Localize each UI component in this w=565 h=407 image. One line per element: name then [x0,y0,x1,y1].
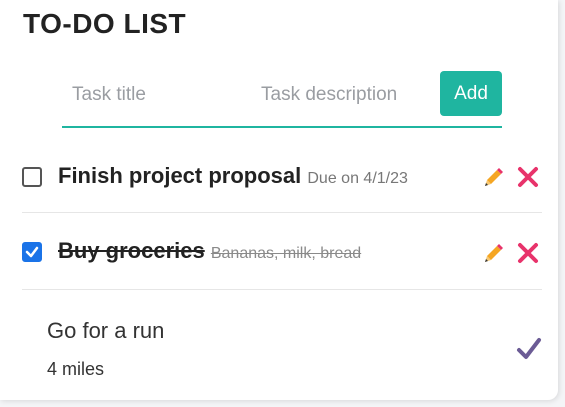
task-checkbox[interactable] [22,167,42,187]
task-checkbox-checked[interactable] [22,242,42,262]
task-title-text: Buy groceries [58,238,205,263]
task-row: Buy groceries Bananas, milk, bread [22,213,542,290]
edit-title-input[interactable] [47,316,347,346]
task-row: Finish project proposal Due on 4/1/23 [22,152,542,213]
close-icon[interactable] [516,165,540,189]
pencil-icon[interactable] [482,165,506,189]
task-title: Buy groceries Bananas, milk, bread [58,238,361,264]
add-task-form: Add [62,70,502,128]
task-title-input[interactable] [72,80,242,110]
pencil-icon[interactable] [482,241,506,265]
task-description: Due on 4/1/23 [307,170,408,187]
add-task-button[interactable]: Add [440,71,502,116]
task-title: Finish project proposal Due on 4/1/23 [58,163,408,189]
close-icon[interactable] [516,241,540,265]
edit-task-form [47,310,497,390]
task-description: Bananas, milk, bread [210,245,362,262]
todo-card: TO-DO LIST Add Finish project proposal D… [0,0,558,400]
checkmark-icon[interactable] [516,336,542,362]
page-title: TO-DO LIST [23,8,187,39]
edit-description-input[interactable] [47,356,347,382]
task-title-text: Finish project proposal [58,163,302,188]
task-description-input[interactable] [261,80,431,110]
